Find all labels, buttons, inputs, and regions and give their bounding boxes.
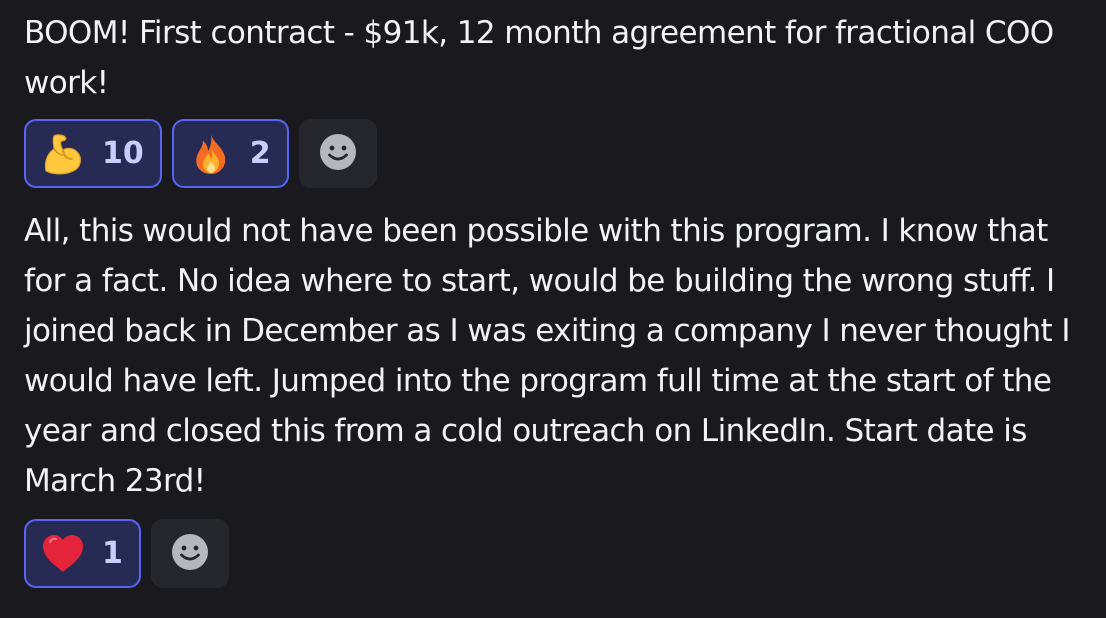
smiley-face-icon [170,532,210,576]
reaction-count: 2 [249,136,271,171]
flexed-biceps-icon [38,129,88,179]
add-reaction-button[interactable] [298,119,377,188]
reaction-flexed-biceps[interactable]: 10 [24,119,162,188]
reaction-red-heart[interactable]: 1 [24,519,141,588]
message-text: All, this would not have been possible w… [24,213,1070,499]
reaction-bar: 1 [24,519,229,588]
reaction-count: 1 [102,536,123,571]
smiley-face-icon [318,132,358,176]
message-text: BOOM! First contract - $91k, 12 month ag… [24,15,1054,101]
reaction-fire[interactable]: 2 [171,119,289,188]
fire-icon [186,129,236,179]
reaction-count: 10 [102,136,144,171]
reaction-bar: 10 2 [24,119,377,188]
add-reaction-button[interactable] [150,519,229,588]
red-heart-icon [38,529,88,579]
